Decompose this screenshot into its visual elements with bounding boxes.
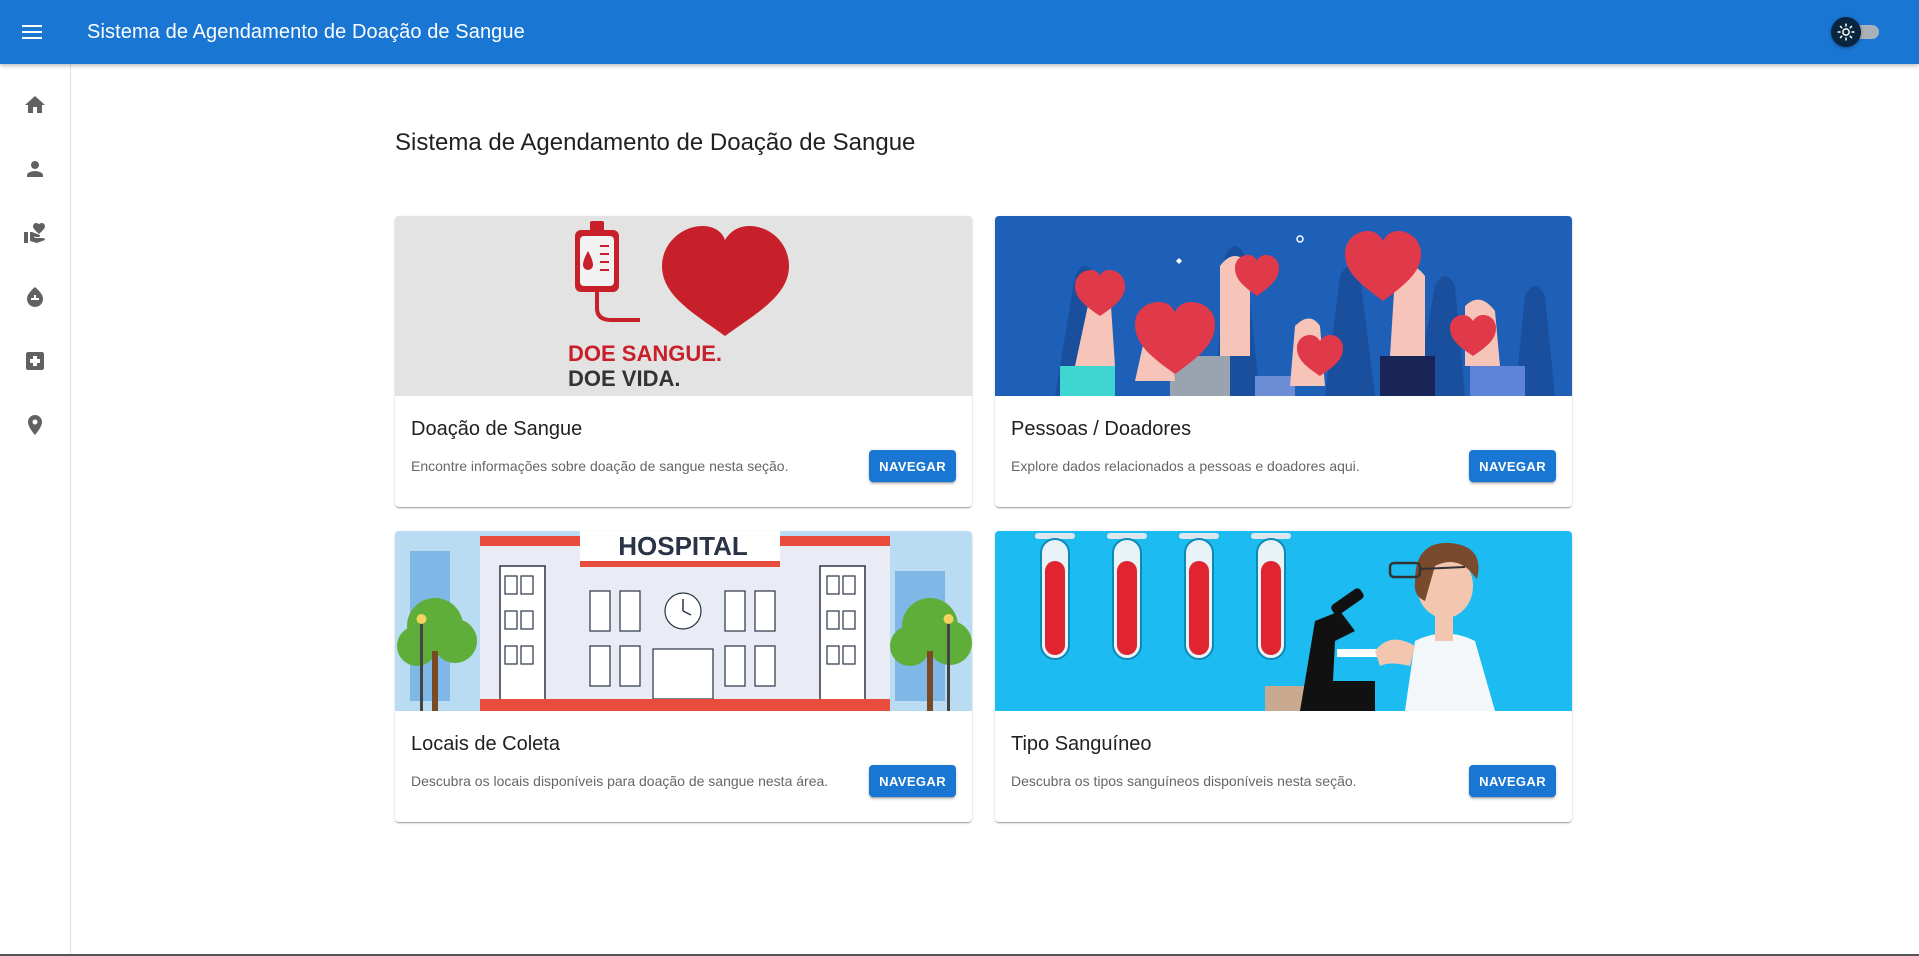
image-text-doe-sangue: DOE SANGUE. [568, 341, 722, 366]
page-title: Sistema de Agendamento de Doação de Sang… [395, 129, 916, 156]
navigate-button-people-donors[interactable]: NAVEGAR [1469, 450, 1556, 482]
image-text-doe-vida: DOE VIDA. [568, 366, 680, 391]
card-title: Locais de Coleta [411, 733, 560, 755]
card-blood-donation: DOE SANGUE. DOE VIDA. Doação de Sangue E… [395, 216, 972, 507]
person-icon [27, 161, 43, 177]
card-image-blood-donation: DOE SANGUE. DOE VIDA. [395, 216, 972, 396]
card-blood-type: Tipo Sanguíneo Descubra os tipos sanguín… [995, 531, 1572, 822]
theme-toggle[interactable] [1831, 17, 1883, 47]
sidebar-item-medical[interactable] [0, 337, 70, 385]
navigate-button-collection-sites[interactable]: NAVEGAR [869, 765, 956, 797]
card-image-blood-type [995, 531, 1572, 711]
sidebar-item-person[interactable] [0, 145, 70, 193]
sidebar [0, 64, 71, 956]
card-people-donors: Pessoas / Doadores Explore dados relacio… [995, 216, 1572, 507]
card-title: Doação de Sangue [411, 418, 583, 440]
sun-icon [1837, 23, 1855, 41]
location-pin-icon [28, 415, 42, 435]
card-collection-sites: HOSPITAL Locais de Coleta Descubra os lo… [395, 531, 972, 822]
menu-icon [22, 25, 42, 39]
card-description: Encontre informações sobre doação de san… [411, 458, 789, 474]
sidebar-item-blood-drop[interactable] [0, 273, 70, 321]
menu-button[interactable] [0, 0, 64, 64]
card-title: Tipo Sanguíneo [1011, 733, 1152, 755]
volunteer-heart-icon [24, 223, 45, 243]
sidebar-item-volunteer[interactable] [0, 209, 70, 257]
navigate-button-blood-donation[interactable]: NAVEGAR [869, 450, 956, 482]
home-icon [25, 96, 45, 113]
card-description: Descubra os tipos sanguíneos disponíveis… [1011, 773, 1357, 789]
sidebar-item-home[interactable] [0, 81, 70, 129]
card-description: Explore dados relacionados a pessoas e d… [1011, 458, 1360, 474]
app-bar: Sistema de Agendamento de Doação de Sang… [0, 0, 1919, 64]
medical-cross-icon [26, 352, 44, 370]
app-title: Sistema de Agendamento de Doação de Sang… [87, 20, 525, 43]
navigate-button-blood-type[interactable]: NAVEGAR [1469, 765, 1556, 797]
card-title: Pessoas / Doadores [1011, 418, 1192, 440]
card-image-people-donors [995, 216, 1572, 396]
toggle-thumb[interactable] [1831, 17, 1861, 47]
blood-drop-icon [27, 287, 43, 307]
sidebar-item-location[interactable] [0, 401, 70, 449]
card-image-collection-sites: HOSPITAL [395, 531, 972, 711]
image-text-hospital: HOSPITAL [618, 531, 748, 561]
main-content: Sistema de Agendamento de Doação de Sang… [71, 64, 1919, 956]
card-description: Descubra os locais disponíveis para doaç… [411, 773, 829, 789]
